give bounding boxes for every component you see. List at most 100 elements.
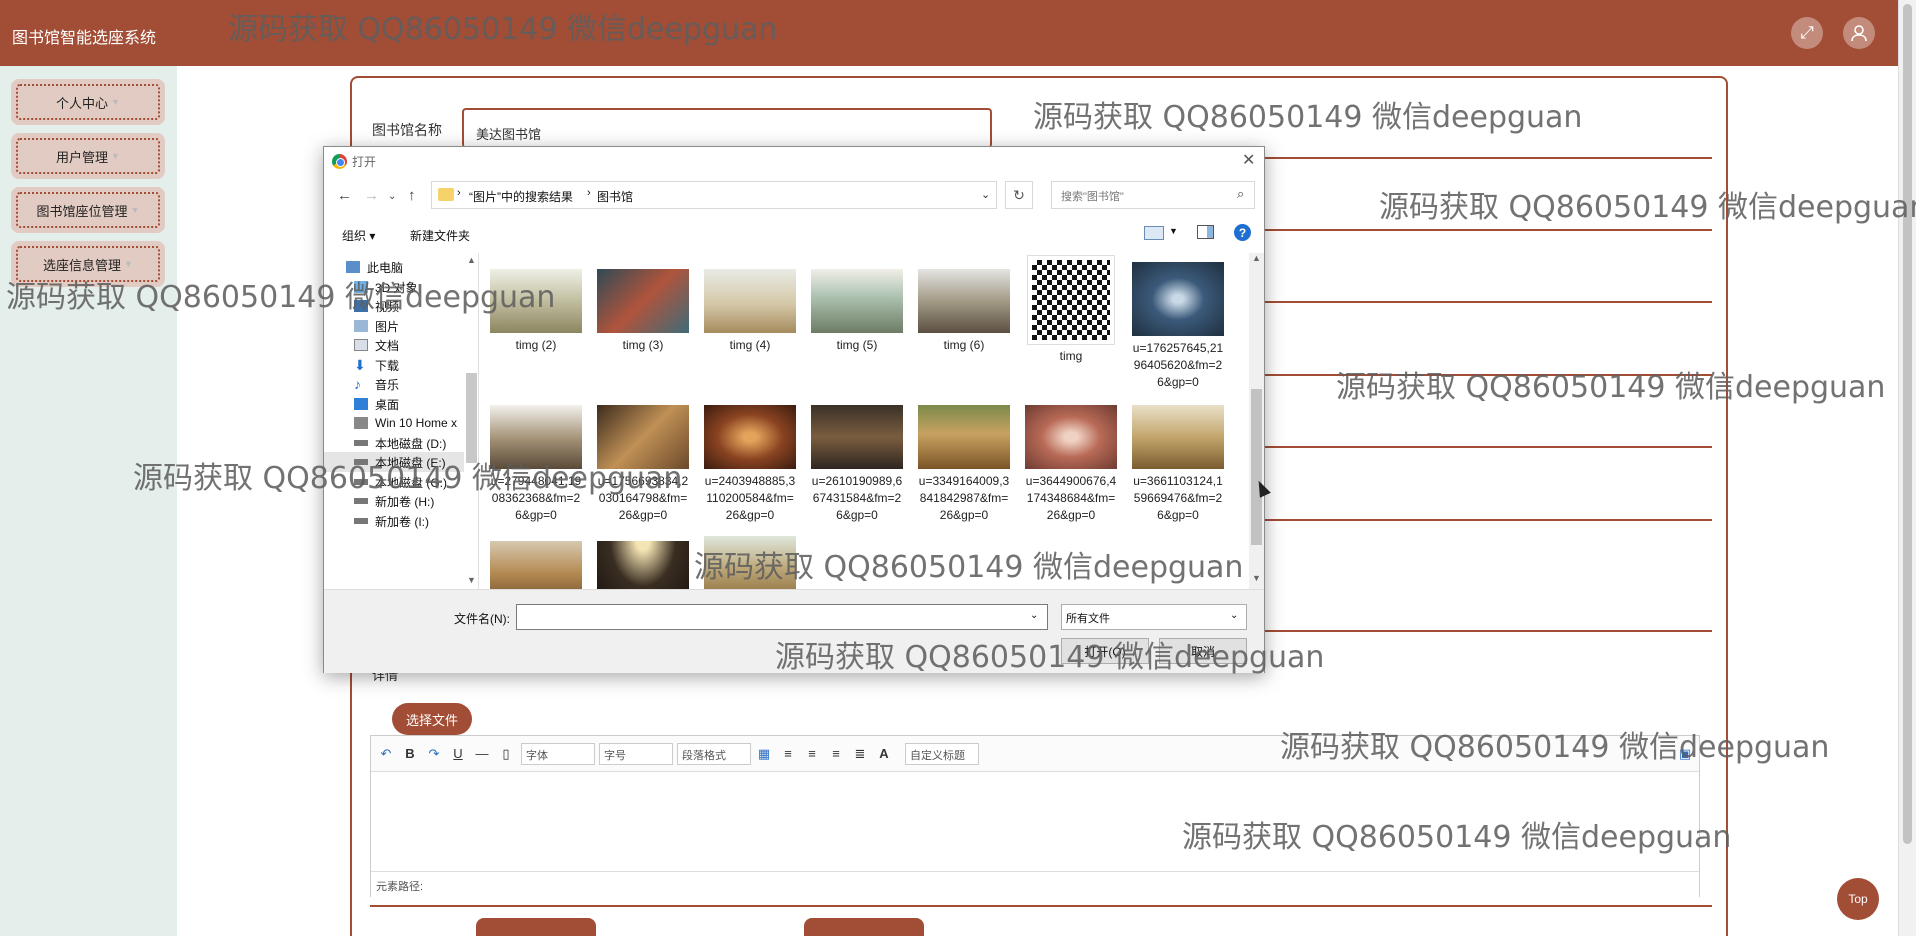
tree-item-drive-d[interactable]: 本地磁盘 (D:) (354, 433, 474, 453)
cancel-button[interactable]: 取消 (1159, 638, 1247, 664)
drive-icon (354, 498, 368, 504)
up-arrow-icon[interactable]: ↑ (408, 187, 416, 204)
font-size-select[interactable]: 字号 (599, 743, 673, 765)
fullscreen-icon[interactable]: ⤢ (1791, 17, 1823, 49)
align-right-icon[interactable]: ≡ (827, 745, 845, 763)
tree-item-win10[interactable]: Win 10 Home x (354, 413, 474, 433)
file-item[interactable]: u=2403948885,3110200584&fm=26&gp=0 (704, 405, 796, 524)
search-icon[interactable]: ⌕ (1237, 186, 1244, 202)
sidebar-item-seat-management[interactable]: 图书馆座位管理 ▼ (11, 187, 165, 233)
font-family-select[interactable]: 字体 (521, 743, 595, 765)
image-thumbnail (597, 541, 689, 589)
file-item[interactable] (490, 541, 582, 589)
tree-item-music[interactable]: ♪ 音乐 (354, 374, 474, 394)
preview-pane-icon[interactable] (1197, 225, 1214, 239)
submit-button[interactable] (476, 918, 596, 936)
chevron-down-icon[interactable]: ▼ (1169, 226, 1178, 236)
file-item[interactable]: u=176257645,2196405620&fm=26&gp=0 (1132, 262, 1224, 391)
tree-item-desktop[interactable]: 桌面 (354, 394, 474, 414)
back-to-top-button[interactable]: Top (1837, 878, 1879, 920)
file-item[interactable] (704, 536, 796, 589)
sidebar-item-user-management[interactable]: 用户管理 ▼ (11, 133, 165, 179)
sidebar-item-selection-management[interactable]: 选座信息管理 ▼ (11, 241, 165, 287)
justify-icon[interactable]: ≣ (851, 745, 869, 763)
address-bar[interactable]: › “图片”中的搜索结果 › 图书馆 ⌄ (431, 181, 997, 209)
tree-item-drive-g[interactable]: 本地磁盘 (G:) (354, 472, 474, 492)
align-left-icon[interactable]: ≡ (779, 745, 797, 763)
custom-title-select[interactable]: 自定义标题 (905, 743, 979, 765)
file-grid-scrollbar[interactable]: ▲ ▼ (1249, 253, 1264, 589)
align-center-icon[interactable]: ≡ (803, 745, 821, 763)
horizontal-rule-icon[interactable]: — (473, 745, 491, 763)
tree-item-pictures[interactable]: 图片 (354, 316, 474, 336)
file-item[interactable]: u=3644900676,4174348684&fm=26&gp=0 (1025, 405, 1117, 524)
tree-item-3d-objects[interactable]: 3D 对象 (354, 277, 474, 297)
file-item[interactable]: u=3661103124,159669476&fm=26&gp=0 (1132, 405, 1224, 524)
page-scrollbar[interactable] (1898, 0, 1916, 936)
file-item[interactable]: u=279448041,1908362368&fm=26&gp=0 (490, 405, 582, 524)
chevron-down-icon[interactable]: ⌄ (1030, 610, 1038, 621)
breadcrumb-item[interactable]: 图书馆 (597, 188, 633, 205)
tree-item-this-pc[interactable]: 此电脑 (346, 257, 466, 277)
app-title: 图书馆智能选座系统 (12, 30, 157, 47)
undo-icon[interactable]: ↶ (377, 745, 395, 763)
redo-icon[interactable]: ↷ (425, 745, 443, 763)
file-item[interactable]: timg (6) (918, 269, 1010, 354)
chevron-down-icon[interactable]: ⌄ (981, 188, 990, 201)
scroll-down-icon[interactable]: ▼ (1252, 573, 1261, 583)
font-color-icon[interactable]: A (875, 745, 893, 763)
file-item[interactable]: u=1756693834,2030164798&fm=26&gp=0 (597, 405, 689, 524)
file-item[interactable]: timg (2) (490, 269, 582, 354)
breadcrumb-item[interactable]: “图片”中的搜索结果 (469, 188, 573, 205)
open-button[interactable]: 打开(O) (1061, 638, 1149, 664)
close-icon[interactable]: ✕ (1242, 150, 1255, 170)
file-item[interactable]: timg (5) (811, 269, 903, 354)
qr-code-thumbnail (1027, 255, 1115, 345)
blank-page-icon[interactable]: ▯ (497, 745, 515, 763)
tree-item-volume-h[interactable]: 新加卷 (H:) (354, 491, 474, 511)
scrollbar-thumb[interactable] (1903, 4, 1912, 844)
underline-icon[interactable]: U (449, 745, 467, 763)
file-item[interactable]: u=2610190989,667431584&fm=26&gp=0 (811, 405, 903, 524)
paragraph-select[interactable]: 段落格式 (677, 743, 751, 765)
sidebar-item-personal-center[interactable]: 个人中心 ▼ (11, 79, 165, 125)
bold-icon[interactable]: B (401, 745, 419, 763)
drive-icon (354, 459, 368, 465)
table-icon[interactable]: ▦ (755, 745, 773, 763)
user-icon[interactable] (1843, 17, 1875, 49)
filetype-select[interactable]: 所有文件 ⌄ (1061, 604, 1247, 630)
scrollbar-thumb[interactable] (466, 373, 477, 463)
scroll-up-icon[interactable]: ▲ (467, 255, 476, 265)
organize-menu[interactable]: 组织 ▾ (342, 227, 375, 244)
tree-item-volume-i[interactable]: 新加卷 (I:) (354, 511, 474, 531)
scrollbar-thumb[interactable] (1251, 389, 1262, 545)
file-item[interactable] (597, 541, 689, 589)
dialog-search-input[interactable]: 搜索"图书馆" ⌕ (1051, 181, 1255, 209)
file-item[interactable]: timg (4) (704, 269, 796, 354)
tree-scrollbar[interactable]: ▲ ▼ (464, 253, 478, 589)
filename-input[interactable]: ⌄ (516, 604, 1048, 630)
file-item[interactable]: timg (3) (597, 269, 689, 354)
tree-item-label: 视频 (375, 299, 400, 314)
library-name-input[interactable]: 美达图书馆 (462, 108, 992, 148)
file-item[interactable]: timg (1025, 255, 1117, 365)
tree-item-drive-e[interactable]: 本地磁盘 (E:) (324, 452, 464, 472)
chevron-down-icon[interactable]: ⌄ (388, 191, 396, 202)
scroll-up-icon[interactable]: ▲ (1252, 253, 1261, 263)
tree-item-videos[interactable]: 视频 (354, 296, 474, 316)
chevron-down-icon: ▼ (111, 97, 120, 107)
tree-item-documents[interactable]: 文档 (354, 335, 474, 355)
file-item[interactable]: u=3349164009,3841842987&fm=26&gp=0 (918, 405, 1010, 524)
back-arrow-icon[interactable]: ← (337, 187, 352, 204)
tree-item-downloads[interactable]: ⬇ 下载 (354, 355, 474, 375)
rich-text-editor[interactable]: ↶ B ↷ U — ▯ 字体 字号 段落格式 ▦ ≡ ≡ ≡ ≣ A 自定义标题… (370, 735, 1700, 897)
forward-arrow-icon[interactable]: → (364, 187, 379, 204)
scroll-down-icon[interactable]: ▼ (467, 575, 476, 585)
image-icon[interactable]: ▣ (1676, 745, 1694, 763)
choose-file-button[interactable]: 选择文件 (392, 703, 472, 735)
new-folder-button[interactable]: 新建文件夹 (410, 227, 470, 244)
cancel-form-button[interactable] (804, 918, 924, 936)
help-icon[interactable]: ? (1234, 224, 1251, 241)
view-mode-icon[interactable] (1144, 226, 1164, 240)
refresh-icon[interactable]: ↻ (1005, 181, 1033, 209)
